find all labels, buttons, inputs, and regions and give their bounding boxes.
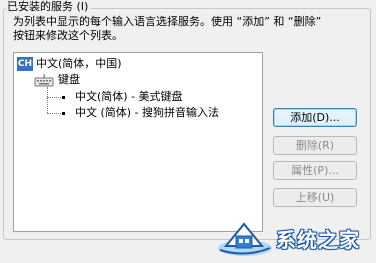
move-up-button[interactable]: 上移(U) [273,188,357,207]
description-line-2: 按钮来修改这个列表。 [13,29,123,42]
tree-item-keyboard[interactable]: 键盘 [34,72,80,88]
description-line-1: 为列表中显示的每个输入语言选择服务。使用 “添加” 和 “删除” [13,15,322,28]
installed-services-panel: 已安装的服务 (I) 为列表中显示的每个输入语言选择服务。使用 “添加” 和 “… [0,0,376,263]
language-label: 中文(简体，中国) [36,57,122,70]
tree-connector [47,87,48,113]
tree-item-language[interactable]: CH 中文(简体，中国) [17,56,122,72]
watermark-logo-icon [218,222,272,256]
group-title: 已安装的服务 (I) [6,0,92,14]
add-button[interactable]: 添加(D)... [273,108,357,127]
watermark-text: 系统之家 [276,227,360,252]
tree-item-service[interactable]: 中文(简体) - 美式键盘 [62,89,183,105]
language-badge-icon: CH [17,57,33,71]
remove-button[interactable]: 删除(R) [273,136,357,155]
watermark: 系统之家 [216,218,360,258]
properties-button[interactable]: 属性(P)... [273,161,357,180]
service-label: 中文(简体) - 美式键盘 [75,90,183,103]
service-label: 中文 (简体) - 搜狗拼音输入法 [75,106,220,119]
keyboard-icon [34,73,54,86]
bullet-icon [62,111,65,115]
tree-connector [47,97,61,98]
keyboard-label: 键盘 [58,73,80,86]
services-tree[interactable]: CH 中文(简体，中国) 键盘 中文(简体) - 美式键盘 中文 (简体) - 搜… [13,52,263,232]
description-text: 为列表中显示的每个输入语言选择服务。使用 “添加” 和 “删除” 按钮来修改这个… [13,15,363,43]
bullet-icon [62,95,65,99]
tree-item-service[interactable]: 中文 (简体) - 搜狗拼音输入法 [62,105,219,121]
tree-connector [47,113,61,114]
